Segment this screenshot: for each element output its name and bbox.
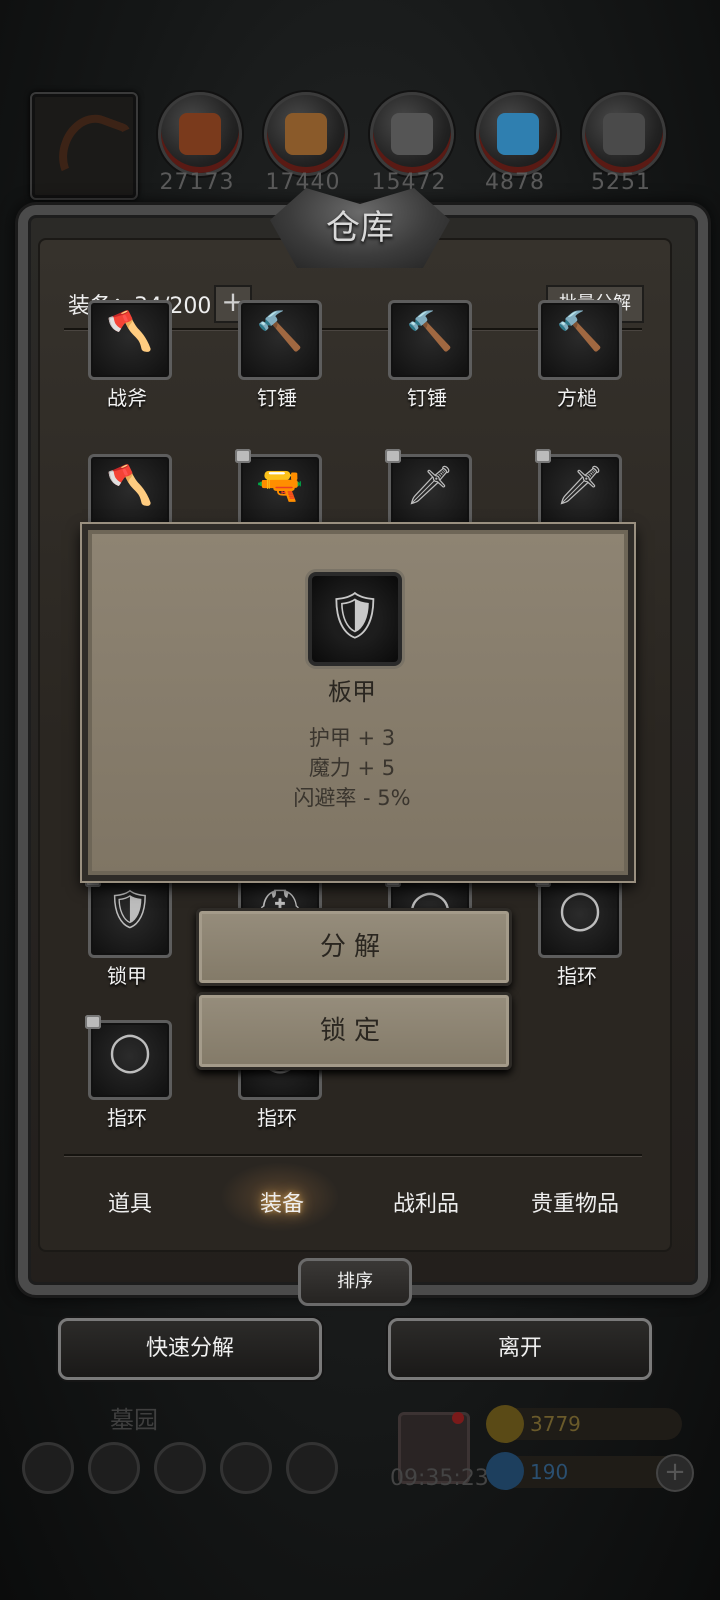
plank-icon-core bbox=[285, 113, 327, 155]
resource-count: 5251 bbox=[591, 170, 651, 195]
menu-icon[interactable] bbox=[88, 1442, 140, 1494]
leave-button[interactable]: 离开 bbox=[388, 1318, 652, 1380]
sort-button[interactable]: 排序 bbox=[298, 1258, 412, 1306]
lock-button[interactable]: 锁定 bbox=[196, 992, 512, 1070]
pistol-icon: 🔫 bbox=[256, 463, 304, 507]
plank-icon bbox=[264, 92, 348, 176]
axe-icon: 🪓 bbox=[106, 463, 154, 507]
lock-icon bbox=[385, 449, 401, 463]
inventory-slot[interactable]: 🪓 bbox=[88, 300, 172, 380]
gold-coin-icon bbox=[486, 1405, 524, 1443]
add-currency-button[interactable]: + bbox=[656, 1454, 694, 1492]
scimitar-icon: 🗡 bbox=[405, 463, 455, 507]
spiked-mace-icon: 🔨 bbox=[256, 309, 304, 353]
inventory-slot[interactable]: 🔨 bbox=[238, 300, 322, 380]
inventory-slot[interactable]: 🗡 bbox=[385, 449, 472, 534]
shop-icon[interactable] bbox=[286, 1442, 338, 1494]
gem-amount: 190 bbox=[530, 1460, 569, 1484]
plate-armor-icon: 🛡 bbox=[308, 572, 402, 666]
inventory-slot[interactable]: ◯ bbox=[535, 873, 622, 958]
item-stat-dodge: 闪避率 - 5% bbox=[293, 786, 411, 810]
item-label: 钉锤 bbox=[407, 386, 447, 410]
gift-timer: 09:35:23 bbox=[390, 1466, 489, 1491]
crystal-icon-core bbox=[497, 113, 539, 155]
hero-portrait[interactable] bbox=[30, 92, 138, 200]
inventory-slot[interactable]: 🛡 bbox=[85, 873, 172, 958]
quick-decompose-button[interactable]: 快速分解 bbox=[58, 1318, 322, 1380]
gem-icon bbox=[486, 1452, 524, 1490]
lock-icon bbox=[235, 449, 251, 463]
item-label: 锁甲 bbox=[107, 964, 147, 988]
ring-icon: ◯ bbox=[558, 887, 602, 931]
horn-icon bbox=[48, 105, 134, 199]
decompose-button[interactable]: 分解 bbox=[196, 908, 512, 986]
item-label: 战斧 bbox=[107, 386, 147, 410]
chainmail-icon: 🛡 bbox=[105, 887, 155, 931]
notification-dot bbox=[452, 1412, 464, 1424]
wood-log-icon-core bbox=[179, 113, 221, 155]
inventory-slot[interactable]: 🪓 bbox=[88, 454, 172, 534]
stone-icon bbox=[582, 92, 666, 176]
inventory-slot[interactable]: 🗡 bbox=[535, 449, 622, 534]
stone-icon-core bbox=[603, 113, 645, 155]
iron-ingot-icon-core bbox=[391, 113, 433, 155]
battle-axe-icon: 🪓 bbox=[106, 309, 154, 353]
crystal-icon bbox=[476, 92, 560, 176]
resource-count: 27173 bbox=[159, 170, 235, 195]
location-label: 墓园 bbox=[110, 1406, 158, 1434]
gold-amount: 3779 bbox=[530, 1412, 581, 1436]
item-name: 板甲 bbox=[328, 678, 376, 706]
tab-divider bbox=[64, 1154, 642, 1156]
settings-icon[interactable] bbox=[22, 1442, 74, 1494]
tab-loot[interactable]: 战利品 bbox=[356, 1186, 496, 1218]
iron-ingot-icon bbox=[370, 92, 454, 176]
tab-equipment[interactable]: 装备 bbox=[212, 1186, 352, 1218]
ring-icon: ◯ bbox=[108, 1029, 152, 1073]
item-stat-armor: 护甲 + 3 bbox=[308, 726, 396, 750]
map-icon[interactable] bbox=[220, 1442, 272, 1494]
scimitar-icon: 🗡 bbox=[555, 463, 605, 507]
inventory-slot[interactable]: 🔫 bbox=[235, 449, 322, 534]
item-label: 方槌 bbox=[557, 386, 597, 410]
inventory-slot[interactable]: ◯ bbox=[85, 1015, 172, 1100]
lock-icon bbox=[85, 1015, 101, 1029]
item-label: 指环 bbox=[557, 964, 597, 988]
square-hammer-icon: 🔨 bbox=[556, 309, 604, 353]
tab-valuables[interactable]: 贵重物品 bbox=[505, 1186, 645, 1218]
spiked-mace-icon: 🔨 bbox=[406, 309, 454, 353]
item-stat-magic: 魔力 + 5 bbox=[308, 756, 396, 780]
item-label: 钉锤 bbox=[257, 386, 297, 410]
inventory-slot[interactable]: 🔨 bbox=[388, 300, 472, 380]
item-label: 指环 bbox=[257, 1106, 297, 1130]
wood-log-icon bbox=[158, 92, 242, 176]
inventory-slot[interactable]: 🔨 bbox=[538, 300, 622, 380]
character-icon[interactable] bbox=[154, 1442, 206, 1494]
tab-items[interactable]: 道具 bbox=[60, 1186, 200, 1218]
resource-count: 4878 bbox=[485, 170, 545, 195]
warehouse-title: 仓库 bbox=[326, 208, 394, 248]
item-label: 指环 bbox=[107, 1106, 147, 1130]
lock-icon bbox=[535, 449, 551, 463]
